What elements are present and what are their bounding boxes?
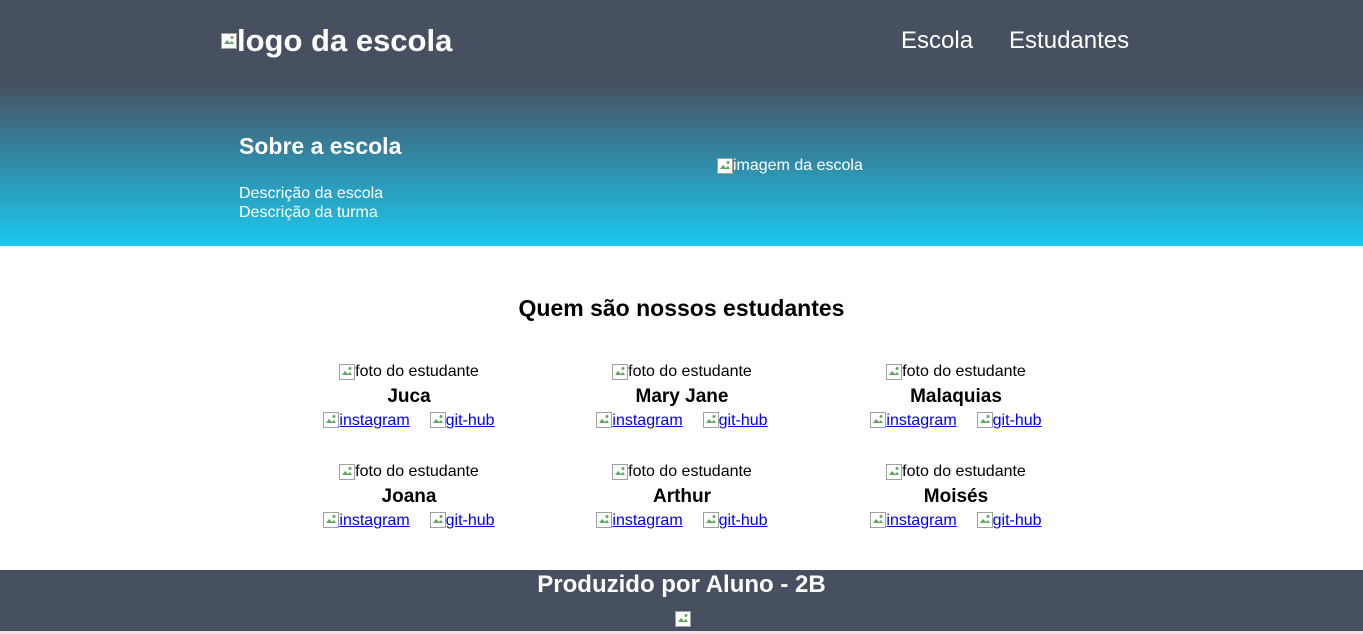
instagram-icon bbox=[870, 512, 887, 528]
student-photo-alt: foto do estudante bbox=[902, 363, 1026, 380]
instagram-link[interactable]: instagram bbox=[323, 511, 410, 530]
broken-image-icon bbox=[886, 463, 903, 480]
instagram-link[interactable]: instagram bbox=[596, 411, 683, 430]
github-link[interactable]: git-hub bbox=[976, 511, 1042, 530]
github-link[interactable]: git-hub bbox=[702, 411, 768, 430]
student-name: Juca bbox=[387, 385, 431, 407]
school-logo[interactable]: logo da escola bbox=[221, 22, 452, 60]
github-link[interactable]: git-hub bbox=[702, 511, 768, 530]
instagram-icon bbox=[323, 412, 340, 428]
student-photo: foto do estudante bbox=[612, 462, 752, 481]
student-name: Moisés bbox=[923, 485, 989, 507]
student-links: instagram git-hub bbox=[826, 511, 1086, 530]
class-description: Descrição da turma bbox=[239, 204, 378, 221]
nav-link-estudantes[interactable]: Estudantes bbox=[1009, 26, 1129, 56]
student-photo: foto do estudante bbox=[339, 362, 479, 381]
nav-link-escola[interactable]: Escola bbox=[901, 26, 973, 56]
student-card: foto do estudante Arthur instagram git-h… bbox=[552, 462, 812, 530]
github-link-label: git-hub bbox=[992, 511, 1042, 529]
student-photo-alt: foto do estudante bbox=[355, 363, 479, 380]
instagram-icon bbox=[870, 412, 887, 428]
github-link-label: git-hub bbox=[718, 511, 768, 529]
instagram-link-label: instagram bbox=[339, 511, 410, 529]
github-link-label: git-hub bbox=[445, 411, 495, 429]
student-links: instagram git-hub bbox=[279, 411, 539, 430]
broken-image-icon bbox=[717, 157, 733, 174]
student-name: Malaquias bbox=[910, 385, 1002, 407]
student-links: instagram git-hub bbox=[826, 411, 1086, 430]
instagram-link[interactable]: instagram bbox=[596, 511, 683, 530]
about-description: Descrição da escola Descrição da turma bbox=[239, 184, 383, 222]
student-photo-alt: foto do estudante bbox=[355, 463, 479, 480]
instagram-link-label: instagram bbox=[886, 511, 957, 529]
student-photo: foto do estudante bbox=[339, 462, 479, 481]
broken-image-icon bbox=[612, 363, 629, 380]
broken-image-icon bbox=[612, 463, 629, 480]
github-link[interactable]: git-hub bbox=[976, 411, 1042, 430]
site-footer: Produzido por Aluno - 2B bbox=[0, 570, 1363, 634]
github-link-label: git-hub bbox=[718, 411, 768, 429]
school-image-alt: imagem da escola bbox=[733, 157, 863, 174]
instagram-link[interactable]: instagram bbox=[323, 411, 410, 430]
github-icon bbox=[976, 512, 993, 528]
github-icon bbox=[429, 512, 446, 528]
student-links: instagram git-hub bbox=[279, 511, 539, 530]
broken-image-icon bbox=[221, 33, 237, 49]
instagram-icon bbox=[596, 512, 613, 528]
student-card: foto do estudante Juca instagram git-hub bbox=[279, 362, 539, 430]
github-icon bbox=[429, 412, 446, 428]
main-nav: Escola Estudantes bbox=[901, 26, 1129, 56]
instagram-link-label: instagram bbox=[339, 411, 410, 429]
github-link[interactable]: git-hub bbox=[429, 511, 495, 530]
student-photo: foto do estudante bbox=[612, 362, 752, 381]
instagram-link-label: instagram bbox=[886, 411, 957, 429]
footer-credit: Produzido por Aluno - 2B bbox=[537, 571, 826, 598]
instagram-link[interactable]: instagram bbox=[870, 411, 957, 430]
page: logo da escola Escola Estudantes Sobre a… bbox=[0, 0, 1363, 634]
instagram-link-label: instagram bbox=[612, 511, 683, 529]
student-links: instagram git-hub bbox=[552, 511, 812, 530]
student-photo-alt: foto do estudante bbox=[628, 363, 752, 380]
instagram-icon bbox=[323, 512, 340, 528]
student-photo: foto do estudante bbox=[886, 462, 1026, 481]
github-link[interactable]: git-hub bbox=[429, 411, 495, 430]
broken-image-icon bbox=[886, 363, 903, 380]
instagram-link-label: instagram bbox=[612, 411, 683, 429]
student-photo: foto do estudante bbox=[886, 362, 1026, 381]
logo-alt-text: logo da escola bbox=[237, 23, 453, 58]
school-image: imagem da escola bbox=[717, 156, 863, 175]
student-photo-alt: foto do estudante bbox=[628, 463, 752, 480]
github-icon bbox=[702, 412, 719, 428]
student-card: foto do estudante Mary Jane instagram gi… bbox=[552, 362, 812, 430]
github-icon bbox=[976, 412, 993, 428]
github-icon bbox=[702, 512, 719, 528]
student-photo-alt: foto do estudante bbox=[902, 463, 1026, 480]
student-card: foto do estudante Joana instagram git-hu… bbox=[279, 462, 539, 530]
student-links: instagram git-hub bbox=[552, 411, 812, 430]
about-title: Sobre a escola bbox=[239, 133, 402, 159]
student-card: foto do estudante Malaquias instagram gi… bbox=[826, 362, 1086, 430]
student-name: Joana bbox=[381, 485, 437, 507]
site-header: logo da escola Escola Estudantes Sobre a… bbox=[0, 0, 1363, 246]
student-name: Mary Jane bbox=[635, 385, 729, 407]
broken-image-icon bbox=[339, 463, 356, 480]
instagram-icon bbox=[596, 412, 613, 428]
school-description: Descrição da escola bbox=[239, 185, 384, 202]
github-link-label: git-hub bbox=[992, 411, 1042, 429]
students-section-title: Quem são nossos estudantes bbox=[518, 295, 845, 321]
instagram-link[interactable]: instagram bbox=[870, 511, 957, 530]
broken-image-icon bbox=[339, 363, 356, 380]
broken-image-icon bbox=[675, 611, 691, 627]
student-card: foto do estudante Moisés instagram git-h… bbox=[826, 462, 1086, 530]
student-name: Arthur bbox=[652, 485, 712, 507]
github-link-label: git-hub bbox=[445, 511, 495, 529]
